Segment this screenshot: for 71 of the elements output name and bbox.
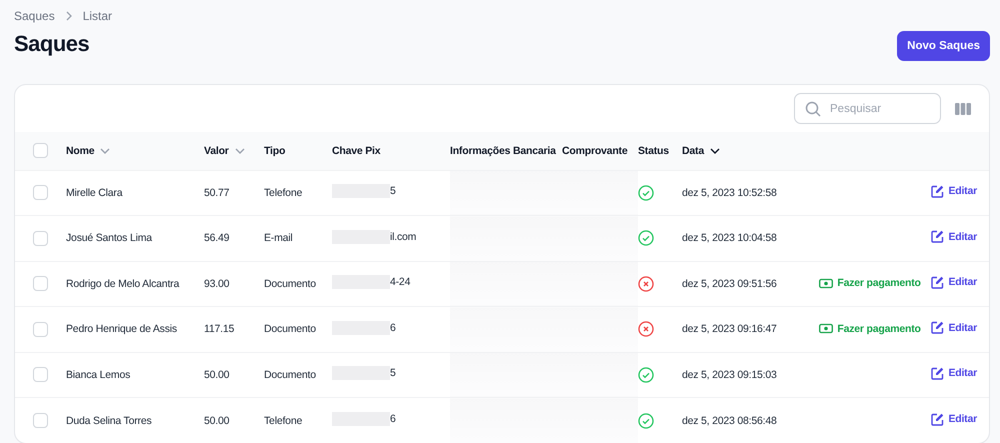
edit-icon bbox=[931, 184, 944, 198]
type-cell: Documento bbox=[264, 368, 316, 381]
name-cell: Bianca Lemos bbox=[66, 368, 130, 381]
column-header: Chave Pix bbox=[332, 144, 380, 157]
make-payment-link[interactable]: Fazer pagamento bbox=[819, 322, 921, 335]
column-header: Tipo bbox=[264, 144, 286, 157]
edit-icon bbox=[931, 276, 944, 289]
columns-icon[interactable] bbox=[955, 102, 971, 116]
banknote-icon bbox=[819, 278, 834, 289]
edit-icon bbox=[931, 230, 944, 244]
type-cell: Documento bbox=[264, 323, 316, 336]
page-title: Saques bbox=[14, 31, 90, 57]
name-cell: Mirelle Clara bbox=[66, 186, 122, 199]
row-checkbox[interactable] bbox=[33, 367, 48, 382]
edit-icon bbox=[931, 321, 944, 334]
select-all-checkbox[interactable] bbox=[33, 143, 48, 158]
pix-key-cell: 6 bbox=[390, 322, 396, 334]
edit-link[interactable]: Editar bbox=[931, 321, 977, 334]
pix-key-cell: 4-24 bbox=[390, 276, 410, 288]
amount-cell: 56.49 bbox=[204, 232, 230, 244]
date-cell: dez 5, 2023 08:56:48 bbox=[682, 414, 777, 426]
name-cell: Duda Selina Torres bbox=[66, 414, 152, 426]
column-header[interactable]: Data bbox=[682, 144, 704, 157]
name-cell: Rodrigo de Melo Alcantra bbox=[66, 278, 180, 290]
date-cell: dez 5, 2023 10:52:58 bbox=[682, 186, 777, 199]
edit-link[interactable]: Editar bbox=[931, 366, 977, 380]
edit-link[interactable]: Editar bbox=[931, 184, 977, 198]
amount-cell: 50.00 bbox=[204, 414, 230, 426]
column-header[interactable]: Nome bbox=[66, 144, 94, 157]
column-header: Informações Bancaria bbox=[450, 144, 556, 157]
name-cell: Josué Santos Lima bbox=[66, 232, 152, 244]
amount-cell: 93.00 bbox=[204, 278, 230, 290]
date-cell: dez 5, 2023 10:04:58 bbox=[682, 232, 777, 244]
row-checkbox[interactable] bbox=[33, 413, 48, 428]
edit-icon bbox=[931, 366, 944, 380]
type-cell: Telefone bbox=[264, 186, 302, 199]
edit-link[interactable]: Editar bbox=[931, 412, 977, 426]
column-header: Comprovante bbox=[562, 144, 628, 157]
type-cell: E-mail bbox=[264, 232, 293, 244]
row-checkbox[interactable] bbox=[33, 322, 48, 337]
pix-key-cell: 6 bbox=[390, 413, 396, 425]
type-cell: Documento bbox=[264, 278, 316, 290]
edit-link[interactable]: Editar bbox=[931, 276, 977, 289]
pix-key-cell: 5 bbox=[390, 185, 396, 198]
breadcrumb-link[interactable]: Listar bbox=[82, 9, 112, 23]
amount-cell: 117.15 bbox=[204, 323, 234, 336]
pix-key-cell: 5 bbox=[390, 367, 396, 380]
amount-cell: 50.77 bbox=[204, 186, 230, 199]
date-cell: dez 5, 2023 09:51:56 bbox=[682, 278, 777, 290]
column-header[interactable]: Valor bbox=[204, 144, 229, 157]
type-cell: Telefone bbox=[264, 414, 302, 426]
amount-cell: 50.00 bbox=[204, 368, 230, 381]
column-header: Status bbox=[638, 144, 669, 157]
name-cell: Pedro Henrique de Assis bbox=[66, 323, 177, 336]
row-checkbox[interactable] bbox=[33, 185, 48, 200]
row-checkbox[interactable] bbox=[33, 230, 48, 246]
search-input[interactable]: Pesquisar bbox=[828, 102, 922, 116]
banknote-icon bbox=[819, 323, 834, 334]
chevron-down-icon[interactable] bbox=[710, 148, 720, 154]
edit-icon bbox=[931, 412, 944, 426]
date-cell: dez 5, 2023 09:15:03 bbox=[682, 368, 777, 381]
breadcrumb-link[interactable]: Saques bbox=[14, 9, 55, 23]
search-field[interactable]: Pesquisar bbox=[794, 93, 941, 124]
row-checkbox[interactable] bbox=[33, 276, 48, 292]
make-payment-link[interactable]: Fazer pagamento bbox=[819, 277, 921, 290]
edit-link[interactable]: Editar bbox=[931, 230, 977, 244]
search-icon bbox=[805, 100, 821, 116]
new-withdrawal-button[interactable]: Novo Saques bbox=[897, 31, 990, 61]
chevron-right-icon bbox=[64, 11, 73, 21]
date-cell: dez 5, 2023 09:16:47 bbox=[682, 323, 777, 336]
pix-key-cell: il.com bbox=[390, 230, 416, 243]
